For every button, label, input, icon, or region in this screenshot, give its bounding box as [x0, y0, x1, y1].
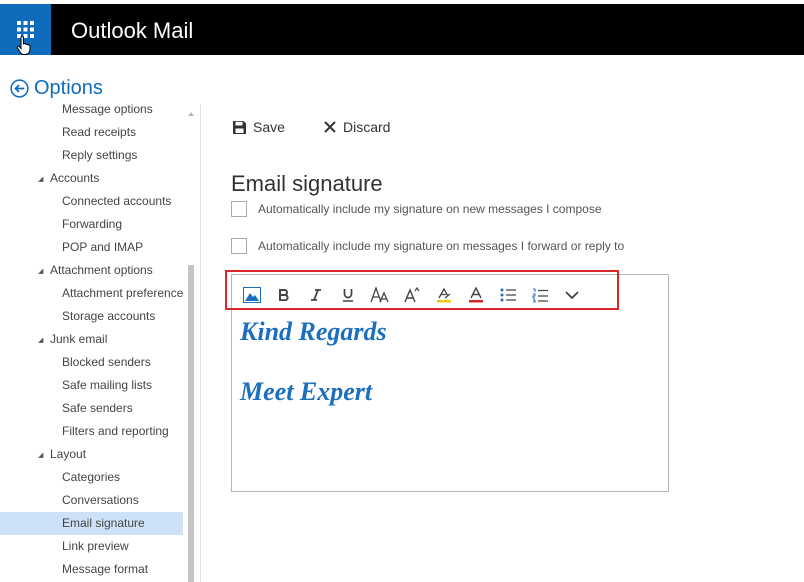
- sidebar-item[interactable]: Filters and reporting: [0, 420, 183, 443]
- sidebar-item[interactable]: Link preview: [0, 535, 183, 558]
- auto-signature-new-option: Automatically include my signature on ne…: [231, 201, 602, 217]
- sidebar-group[interactable]: ◢ Attachment options: [0, 259, 183, 282]
- underline-icon: [343, 289, 353, 302]
- hand-cursor-icon: [16, 36, 31, 55]
- nav-scrollbar[interactable]: [186, 104, 196, 582]
- signature-line[interactable]: Kind Regards: [240, 317, 387, 347]
- sidebar-item-label: Safe mailing lists: [62, 378, 153, 392]
- sidebar-item[interactable]: Storage accounts: [0, 305, 183, 328]
- insert-picture-button[interactable]: [241, 284, 263, 306]
- sidebar-item-label: Attachment options: [50, 263, 153, 277]
- grow-font-icon: [404, 287, 420, 303]
- sidebar-item-label: Message options: [62, 102, 153, 116]
- sidebar-item-label: Layout: [50, 447, 87, 461]
- settings-nav: Message options Read receipts Reply settin…: [0, 98, 183, 581]
- scroll-up-arrow-icon[interactable]: [188, 112, 194, 116]
- sidebar-item-label: Forwarding: [62, 217, 123, 231]
- sidebar-item-label: Storage accounts: [62, 309, 156, 323]
- sidebar-item[interactable]: Conversations: [0, 489, 183, 512]
- sidebar-item[interactable]: Safe senders: [0, 397, 183, 420]
- sidebar-item[interactable]: Safe mailing lists: [0, 374, 183, 397]
- collapse-triangle-icon: ◢: [38, 337, 44, 344]
- signature-line[interactable]: Meet Expert: [240, 377, 372, 407]
- bold-icon: [279, 289, 289, 301]
- sidebar-item[interactable]: Message format: [0, 558, 183, 581]
- underline-button[interactable]: [337, 284, 359, 306]
- sidebar-group[interactable]: ◢ Junk email: [0, 328, 183, 351]
- sidebar-item-label: Email signature: [62, 516, 145, 530]
- discard-button[interactable]: Discard: [324, 119, 390, 135]
- sidebar-item-label: Attachment preference: [62, 286, 183, 300]
- sidebar-item[interactable]: Email signature: [0, 512, 183, 535]
- sidebar-item-label: POP and IMAP: [62, 240, 144, 254]
- more-options-button[interactable]: [561, 284, 583, 306]
- sidebar-item-label: Categories: [62, 470, 121, 484]
- save-icon: [233, 120, 246, 134]
- bold-button[interactable]: [273, 284, 295, 306]
- sidebar-item-label: Message format: [62, 562, 149, 576]
- font-size-icon: [370, 287, 389, 303]
- page-title: Email signature: [231, 170, 383, 196]
- sidebar-item-label: Read receipts: [62, 125, 137, 139]
- grow-font-button[interactable]: [401, 284, 423, 306]
- save-button[interactable]: Save: [233, 119, 285, 135]
- sidebar-item[interactable]: Attachment preference: [0, 282, 183, 305]
- sidebar-item-label: Conversations: [62, 493, 139, 507]
- pane-divider: [200, 104, 201, 582]
- sidebar-item-label: Accounts: [50, 171, 100, 185]
- sidebar-item-label: Blocked senders: [62, 355, 151, 369]
- sidebar-item[interactable]: Forwarding: [0, 213, 183, 236]
- italic-button[interactable]: [305, 284, 327, 306]
- highlight-icon: [437, 287, 451, 303]
- insert-picture-icon: [243, 287, 261, 303]
- auto-signature-new-checkbox[interactable]: [231, 201, 247, 217]
- auto-signature-reply-option: Automatically include my signature on me…: [231, 238, 624, 254]
- chevron-down-icon: [565, 290, 579, 299]
- sidebar-item-label: Safe senders: [62, 401, 133, 415]
- app-title: Outlook Mail: [71, 18, 194, 43]
- sidebar-item[interactable]: Read receipts: [0, 121, 183, 144]
- close-icon: [324, 121, 336, 133]
- scrollbar-thumb[interactable]: [188, 265, 194, 582]
- discard-label: Discard: [343, 119, 391, 135]
- bullets-button[interactable]: [497, 284, 519, 306]
- font-size-button[interactable]: [369, 284, 391, 306]
- options-title: Options: [34, 77, 103, 99]
- sidebar-item[interactable]: Reply settings: [0, 144, 183, 167]
- auto-signature-reply-checkbox[interactable]: [231, 238, 247, 254]
- sidebar-item[interactable]: POP and IMAP: [0, 236, 183, 259]
- sidebar-item-label: Junk email: [50, 332, 108, 346]
- options-back-link[interactable]: Options: [10, 77, 103, 100]
- sidebar-group[interactable]: ◢ Accounts: [0, 167, 183, 190]
- sidebar-item[interactable]: Categories: [0, 466, 183, 489]
- collapse-triangle-icon: ◢: [38, 268, 44, 275]
- sidebar-item[interactable]: Connected accounts: [0, 190, 183, 213]
- sidebar-item[interactable]: Blocked senders: [0, 351, 183, 374]
- app-header: Outlook Mail: [0, 4, 804, 55]
- italic-icon: [311, 289, 321, 301]
- highlight-button[interactable]: [433, 284, 455, 306]
- numbering-icon: [532, 288, 548, 302]
- sidebar-group[interactable]: ◢ Layout: [0, 443, 183, 466]
- sidebar-item-label: Filters and reporting: [62, 424, 169, 438]
- auto-signature-new-label: Automatically include my signature on ne…: [258, 202, 602, 216]
- collapse-triangle-icon: ◢: [38, 452, 44, 459]
- font-color-icon: [469, 287, 483, 303]
- back-arrow-icon: [10, 79, 29, 98]
- bullets-icon: [500, 288, 516, 302]
- collapse-triangle-icon: ◢: [38, 176, 44, 183]
- numbering-button[interactable]: [529, 284, 551, 306]
- sidebar-item[interactable]: Message options: [0, 98, 183, 121]
- sidebar-item-label: Connected accounts: [62, 194, 172, 208]
- sidebar-item-label: Reply settings: [62, 148, 138, 162]
- sidebar-item-label: Link preview: [62, 539, 129, 553]
- font-color-button[interactable]: [465, 284, 487, 306]
- save-label: Save: [253, 119, 285, 135]
- auto-signature-reply-label: Automatically include my signature on me…: [258, 239, 625, 253]
